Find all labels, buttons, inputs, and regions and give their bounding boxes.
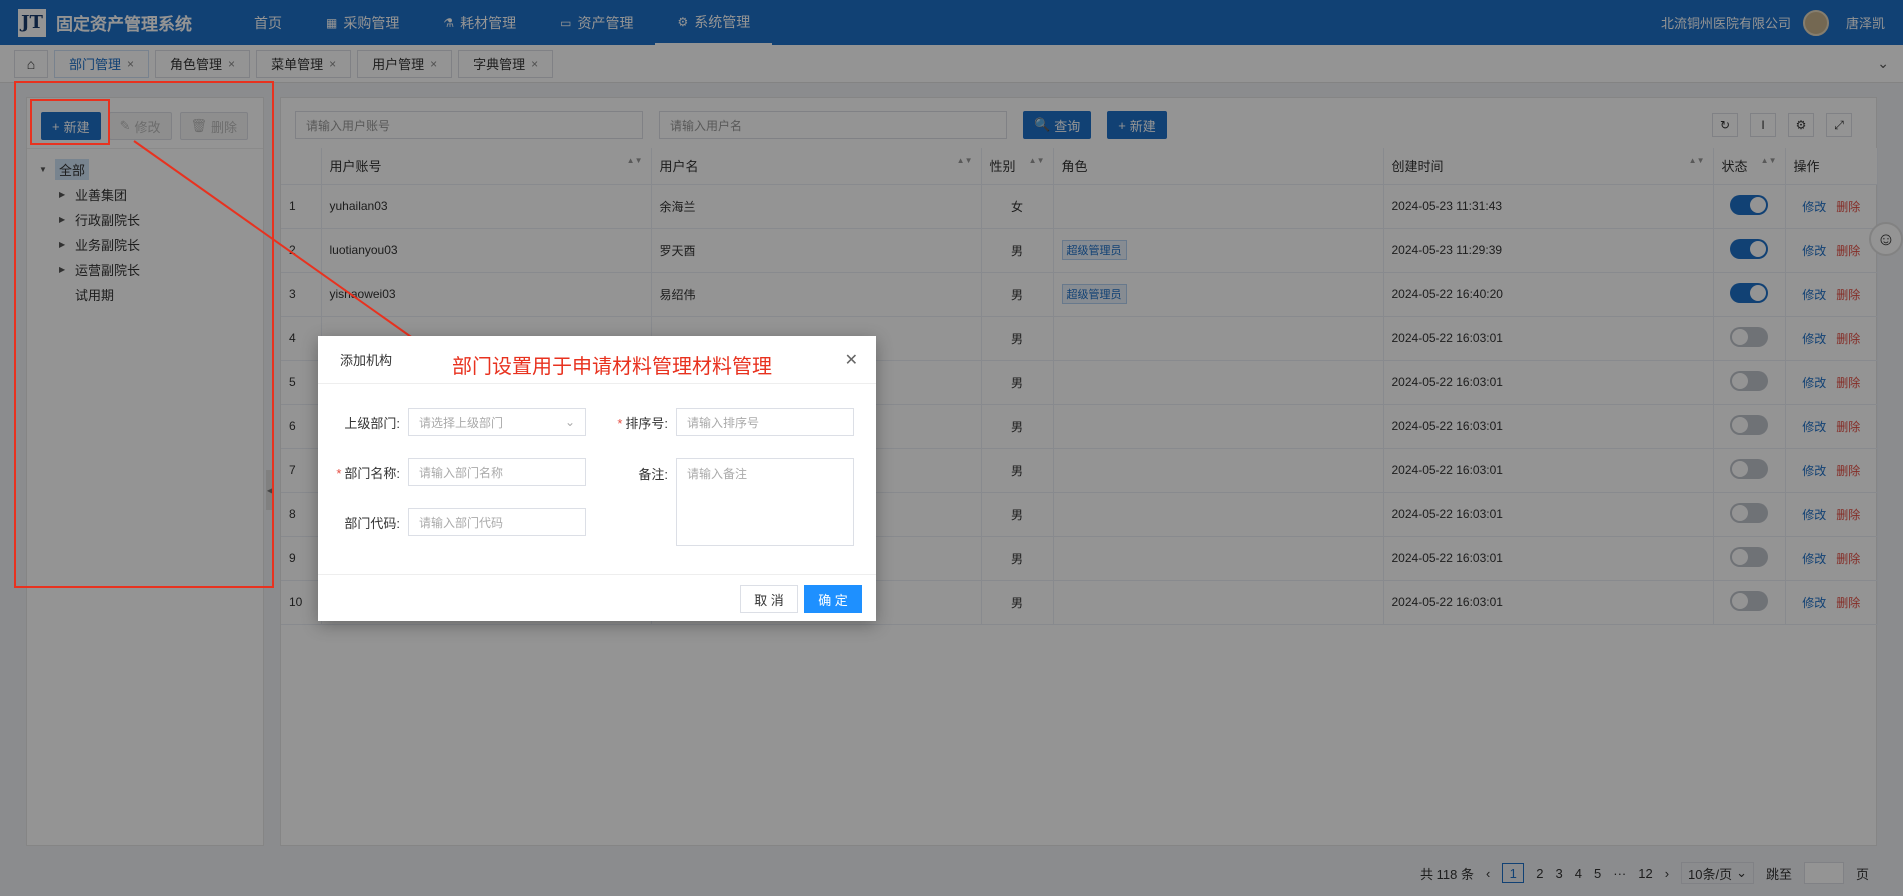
parent-department-row: 上级部门: 请选择上级部门 ⌄ (328, 408, 586, 436)
remark-label: 备注: (638, 467, 668, 482)
dialog-footer: 取 消 确 定 (318, 574, 876, 621)
remark-row: 备注: 请输入备注 (596, 458, 854, 546)
parent-department-label: 上级部门: (344, 415, 400, 431)
remark-textarea[interactable]: 请输入备注 (676, 458, 854, 546)
department-name-label-wrap: * 部门名称: (328, 463, 408, 482)
annotation-text: 部门设置用于申请材料管理材料管理 (452, 356, 772, 378)
department-name-input[interactable]: 请输入部门名称 (408, 458, 586, 486)
sort-order-input[interactable]: 请输入排序号 (676, 408, 854, 436)
chevron-down-icon: ⌄ (564, 415, 575, 429)
department-name-label: 部门名称: (344, 465, 400, 481)
sort-order-label: 排序号: (625, 415, 668, 431)
parent-department-placeholder: 请选择上级部门 (419, 415, 504, 430)
parent-department-select[interactable]: 请选择上级部门 ⌄ (408, 408, 586, 436)
department-code-row: 部门代码: 请输入部门代码 (328, 508, 586, 536)
annotation-arrow (133, 140, 432, 352)
close-icon[interactable]: ✕ (845, 350, 858, 370)
required-mark: * (336, 465, 342, 481)
required-mark: * (617, 415, 623, 431)
department-code-input[interactable]: 请输入部门代码 (408, 508, 586, 536)
dialog-title: 添加机构 (340, 353, 393, 368)
cancel-button[interactable]: 取 消 (740, 585, 798, 613)
sort-order-label-wrap: * 排序号: (596, 413, 676, 432)
department-code-label: 部门代码: (344, 515, 400, 531)
confirm-button[interactable]: 确 定 (804, 585, 862, 613)
department-name-row: * 部门名称: 请输入部门名称 (328, 458, 586, 486)
sort-order-row: * 排序号: 请输入排序号 (596, 408, 854, 436)
